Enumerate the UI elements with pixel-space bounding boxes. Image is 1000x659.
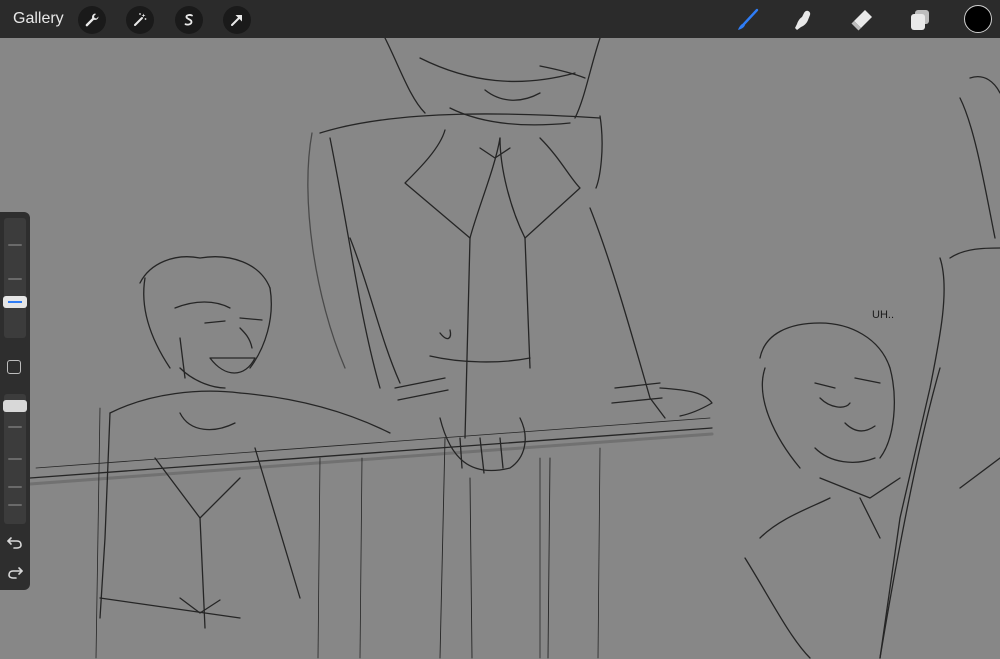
sketch-artwork: UH.. (28, 38, 1000, 659)
drawing-canvas[interactable]: UH.. (0, 38, 1000, 659)
brush-tool-button[interactable] (734, 6, 762, 34)
selection-button[interactable] (175, 6, 203, 34)
selection-s-icon (184, 14, 193, 26)
gallery-button[interactable]: Gallery (13, 9, 64, 29)
slider-tick (8, 504, 22, 506)
redo-button[interactable] (6, 564, 24, 580)
sketch-annotation-text: UH.. (872, 309, 894, 321)
slider-tick (8, 278, 22, 280)
adjustments-button[interactable] (126, 6, 154, 34)
magic-wand-icon (134, 13, 147, 26)
layers-button[interactable] (906, 6, 934, 34)
modify-button[interactable] (7, 360, 21, 374)
color-swatch-button[interactable] (964, 5, 992, 33)
slider-tick (8, 486, 22, 488)
opacity-slider[interactable] (3, 394, 27, 524)
eraser-icon (851, 10, 872, 31)
transform-button[interactable] (223, 6, 251, 34)
slider-tick (8, 426, 22, 428)
procreate-app: Gallery UH.. (0, 0, 1000, 659)
eraser-tool-button[interactable] (848, 6, 876, 34)
opacity-thumb[interactable] (3, 400, 27, 412)
undo-button[interactable] (6, 534, 24, 550)
brush-size-slider[interactable] (3, 218, 27, 338)
layers-icon (911, 10, 929, 30)
smudge-tool-button[interactable] (790, 6, 818, 34)
slider-tick (8, 244, 22, 246)
side-toolbar (0, 212, 30, 590)
slider-tick (8, 458, 22, 460)
top-toolbar: Gallery (0, 0, 1000, 38)
brush-icon (738, 8, 759, 30)
redo-icon (8, 567, 23, 579)
actions-button[interactable] (78, 6, 106, 34)
wrench-icon (85, 13, 99, 27)
undo-icon (7, 537, 22, 549)
brush-size-thumb[interactable] (3, 296, 27, 308)
arrow-cursor-icon (231, 15, 242, 26)
smudge-finger-icon (795, 10, 811, 30)
